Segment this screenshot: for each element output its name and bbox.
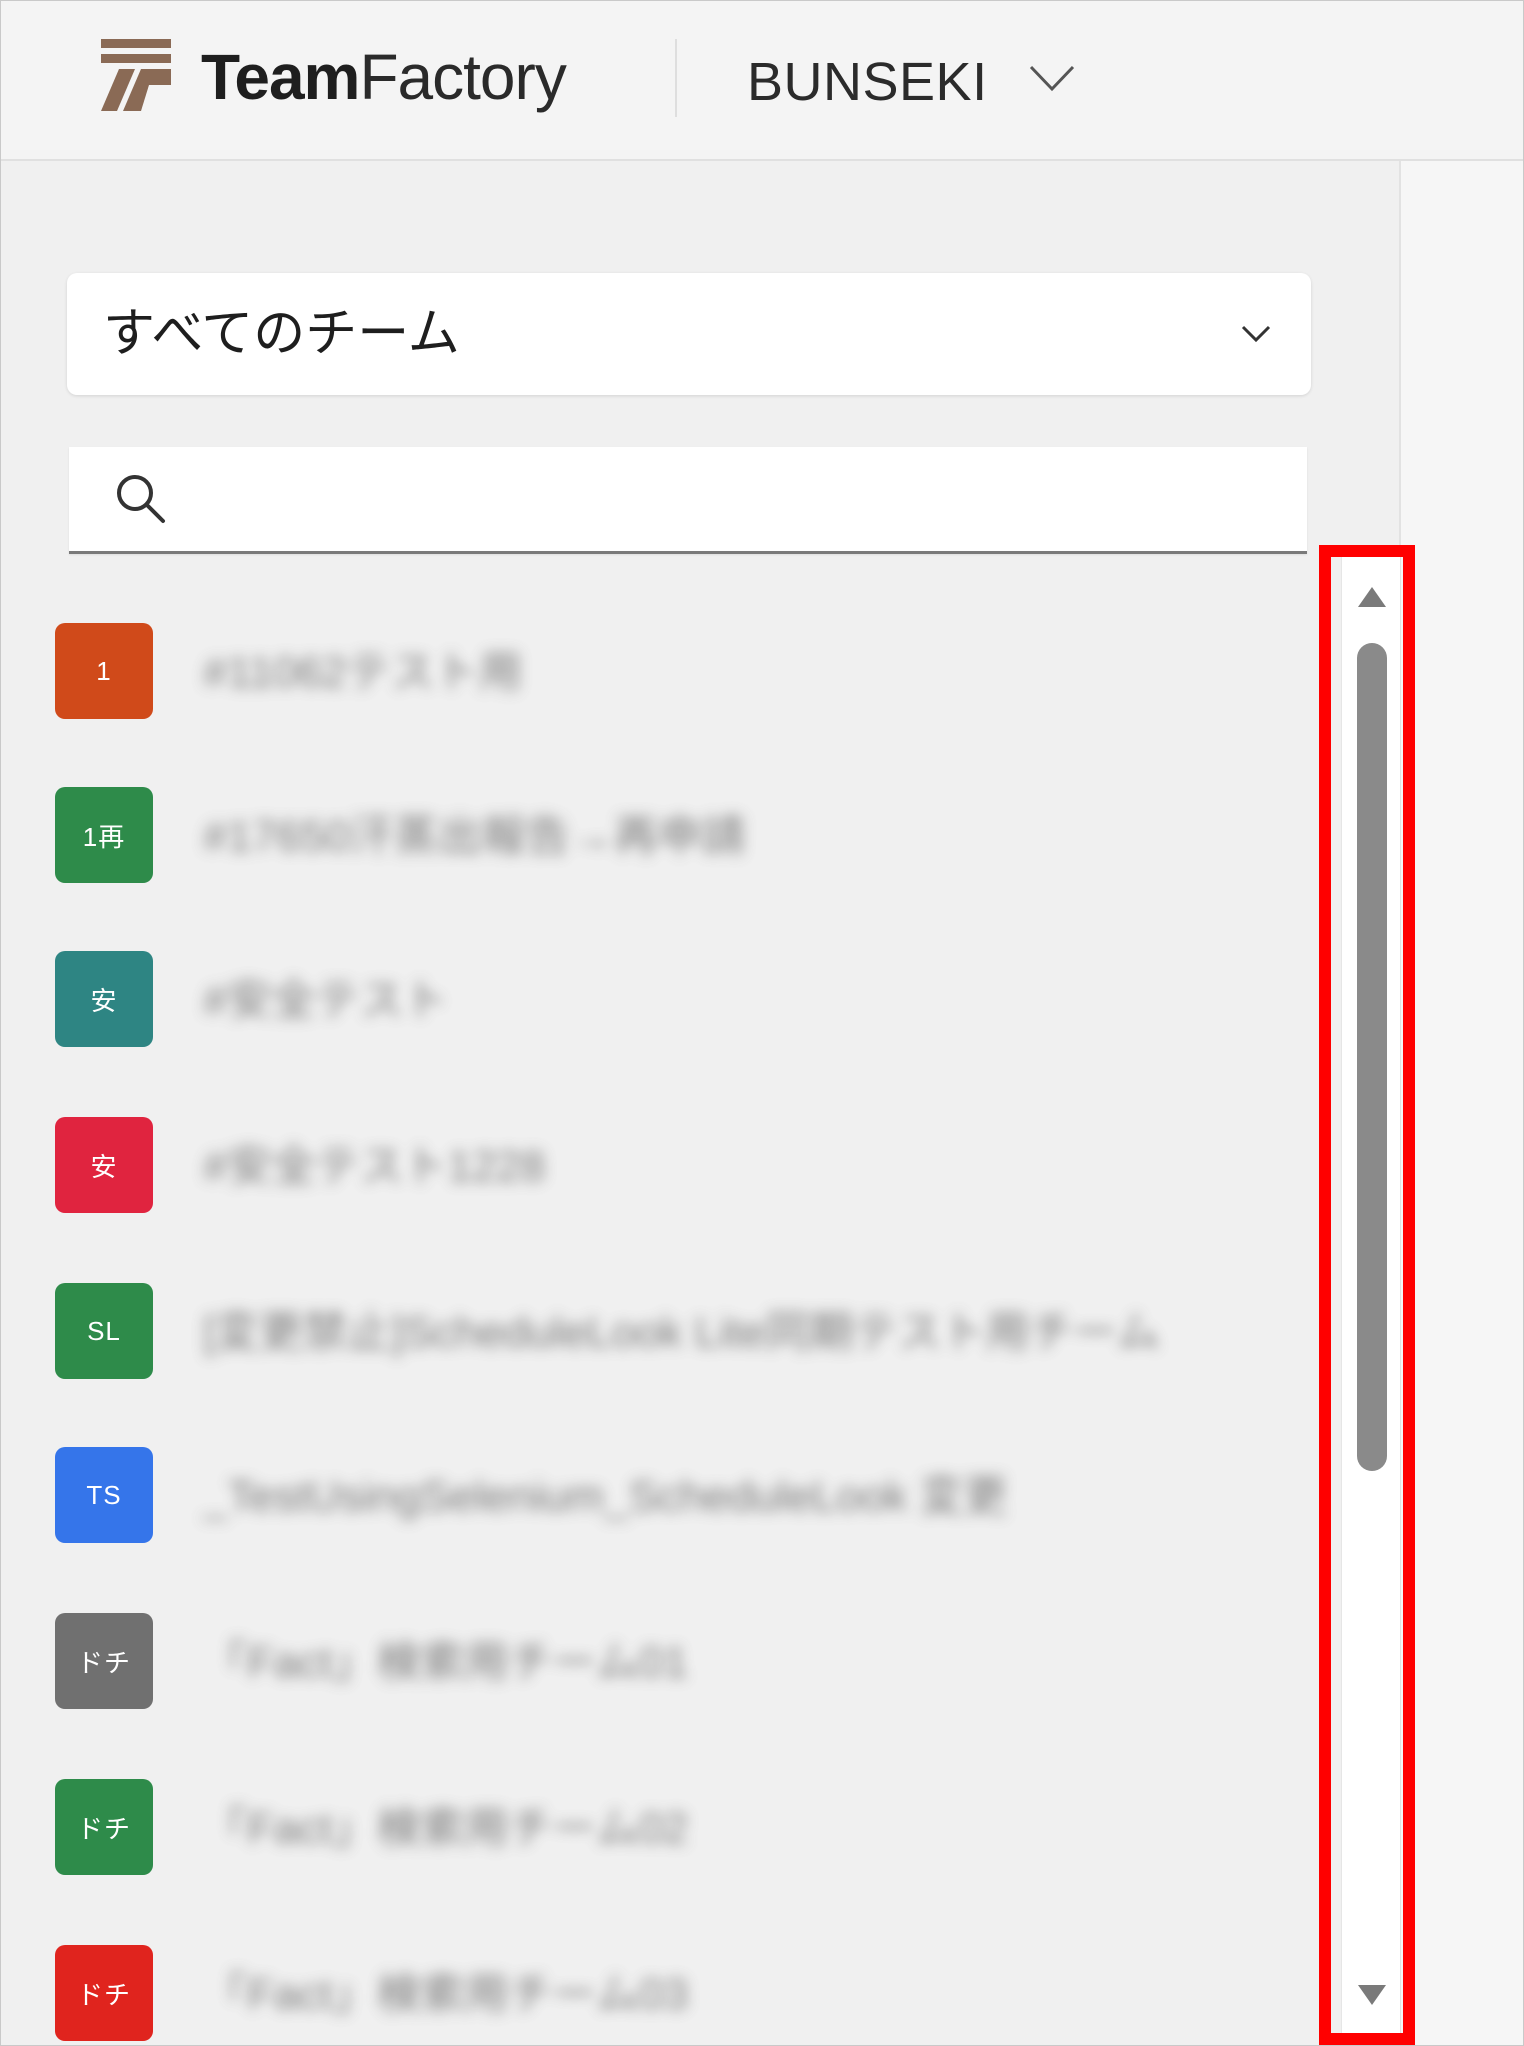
team-list: 1 #11062テスト用 1再 #17650汗蒸出報告→再申請 安 #安全テスト… — [1, 561, 1321, 2041]
list-item[interactable]: 1 #11062テスト用 — [55, 623, 1305, 719]
scroll-up-arrow-icon[interactable] — [1356, 585, 1388, 609]
team-search-box[interactable] — [69, 447, 1307, 554]
team-list-scrollbar[interactable] — [1341, 557, 1400, 2037]
main-content-area — [1401, 161, 1523, 2045]
list-item[interactable]: ドチ 「Fact」検索用チーム01 — [55, 1613, 1305, 1709]
scrollbar-thumb[interactable] — [1357, 643, 1387, 1471]
team-filter-selected: すべてのチーム — [103, 305, 460, 363]
app-header: TeamFactory BUNSEKI — [1, 1, 1523, 161]
list-item[interactable]: 安 #安全テスト — [55, 951, 1305, 1047]
brand-name: TeamFactory — [201, 37, 567, 117]
team-avatar: 安 — [55, 1117, 153, 1213]
list-item[interactable]: SL [変更禁止]ScheduleLook Lite同期テスト用チーム — [55, 1283, 1305, 1379]
header-divider — [675, 39, 677, 117]
team-name: #17650汗蒸出報告→再申請 — [203, 812, 746, 861]
team-avatar: 1再 — [55, 787, 153, 883]
teamfactory-logo-icon — [101, 39, 171, 111]
team-name: #安全テスト1228 — [203, 1142, 546, 1191]
chevron-down-icon — [1241, 325, 1271, 343]
team-name: 「Fact」検索用チーム01 — [203, 1638, 689, 1687]
team-name: 「Fact」検索用チーム02 — [203, 1804, 689, 1853]
search-input[interactable] — [189, 465, 1273, 535]
team-avatar: ドチ — [55, 1945, 153, 2041]
workspace-name[interactable]: BUNSEKI — [747, 47, 988, 117]
list-item[interactable]: ドチ 「Fact」検索用チーム02 — [55, 1779, 1305, 1875]
team-avatar: ドチ — [55, 1779, 153, 1875]
list-item[interactable]: TS _TestUsingSelenium_ScheduleLook 変更 — [55, 1447, 1305, 1543]
team-avatar: SL — [55, 1283, 153, 1379]
chevron-down-icon[interactable] — [1027, 59, 1077, 99]
list-item[interactable]: 安 #安全テスト1228 — [55, 1117, 1305, 1213]
search-icon — [117, 475, 165, 523]
scroll-down-arrow-icon[interactable] — [1356, 1983, 1388, 2007]
team-name: _TestUsingSelenium_ScheduleLook 変更 — [203, 1472, 1008, 1521]
brand-name-regular: Factory — [359, 41, 566, 113]
brand-name-bold: Team — [201, 41, 360, 113]
team-name: [変更禁止]ScheduleLook Lite同期テスト用チーム — [203, 1308, 1161, 1357]
team-avatar: 1 — [55, 623, 153, 719]
team-name: #安全テスト — [203, 976, 448, 1025]
app-window: TeamFactory BUNSEKI すべてのチーム 1 #11062テスト用… — [0, 0, 1524, 2046]
team-name: #11062テスト用 — [203, 648, 523, 697]
team-avatar: 安 — [55, 951, 153, 1047]
list-item[interactable]: ドチ 「Fact」検索用チーム03 — [55, 1945, 1305, 2041]
team-name: 「Fact」検索用チーム03 — [203, 1970, 689, 2019]
team-avatar: ドチ — [55, 1613, 153, 1709]
list-item[interactable]: 1再 #17650汗蒸出報告→再申請 — [55, 787, 1305, 883]
team-filter-dropdown[interactable]: すべてのチーム — [67, 273, 1311, 395]
team-avatar: TS — [55, 1447, 153, 1543]
